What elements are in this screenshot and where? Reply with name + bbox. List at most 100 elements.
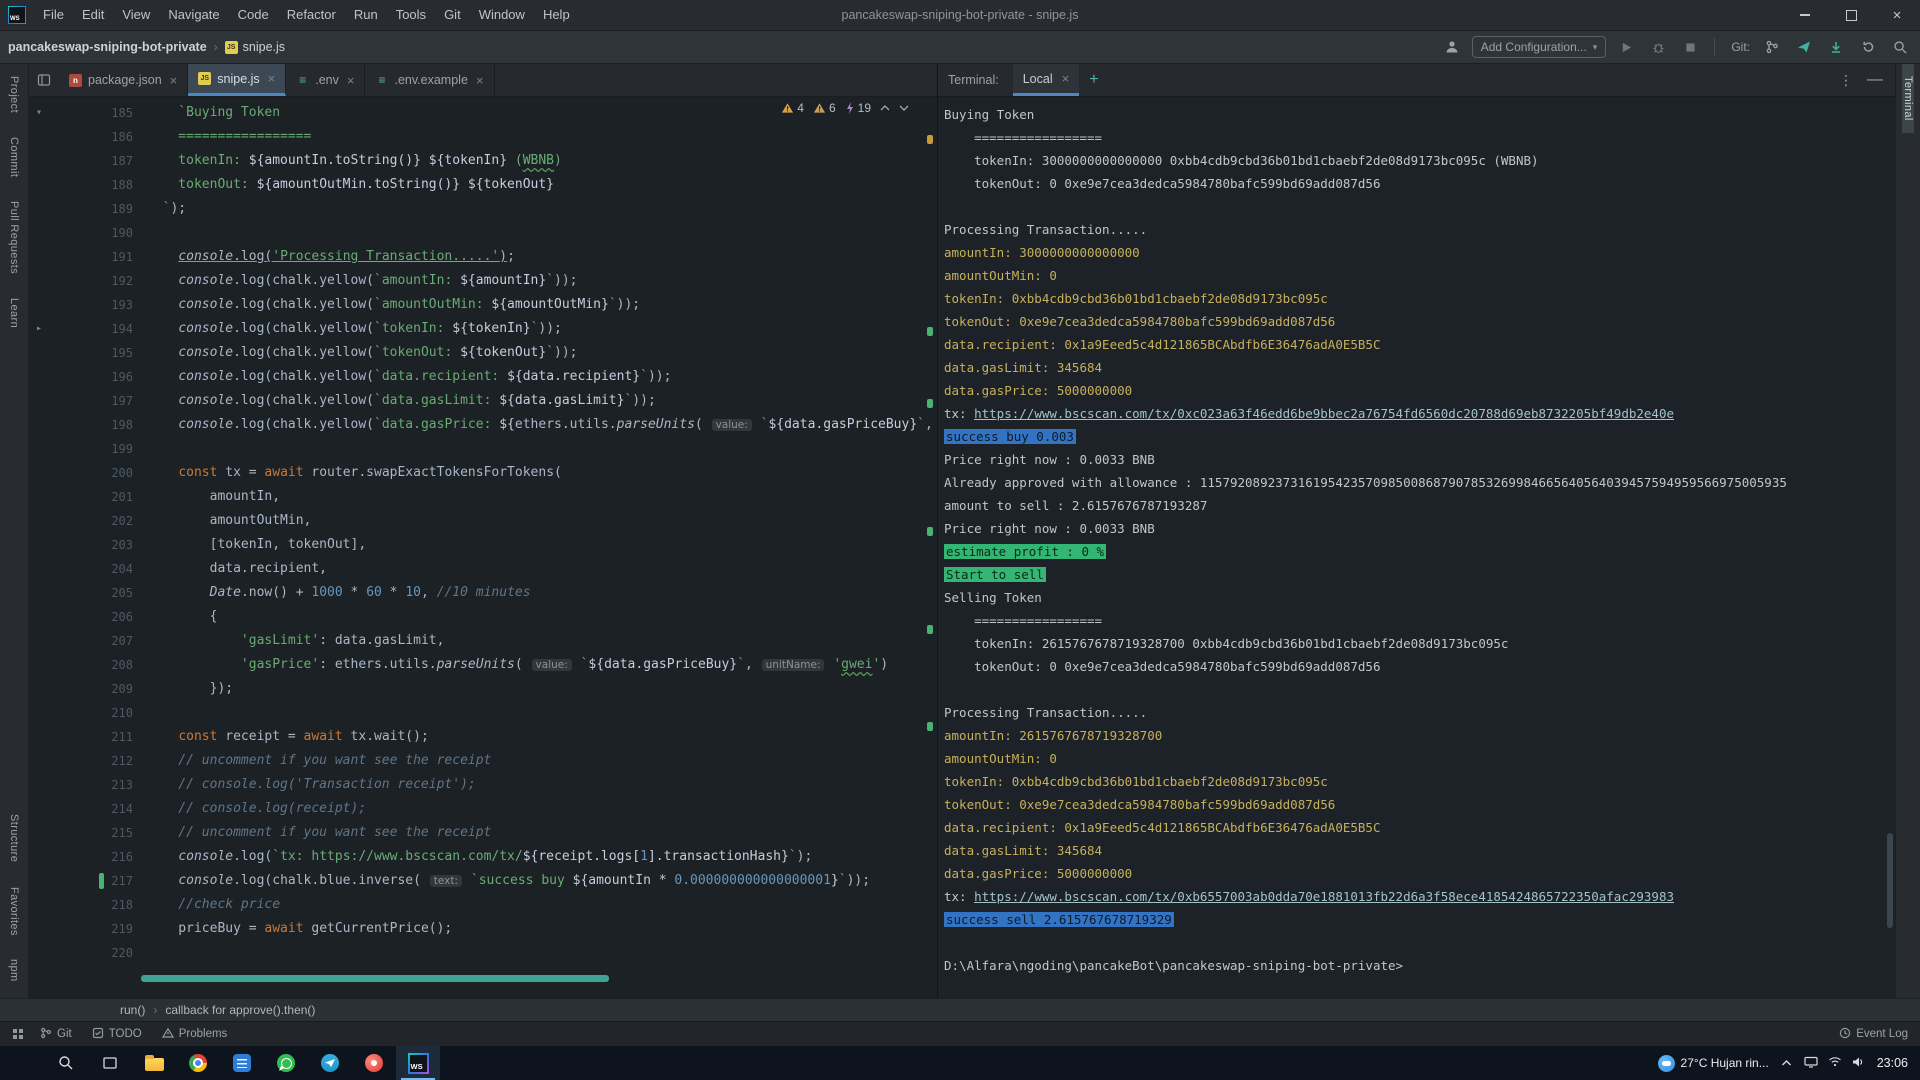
run-icon[interactable] [1614, 36, 1638, 58]
inspections-widget[interactable]: 4 6 19 [781, 101, 909, 115]
taskbar-search-button[interactable] [44, 1046, 88, 1080]
code-line: 190 [29, 221, 937, 245]
start-button[interactable] [0, 1046, 44, 1080]
whatsapp-button[interactable] [264, 1046, 308, 1080]
user-icon[interactable] [1440, 36, 1464, 58]
git-branch-icon[interactable] [1760, 36, 1784, 58]
terminal-minimize-icon[interactable]: — [1867, 71, 1883, 89]
event-log-button[interactable]: Event Log [1856, 1028, 1908, 1040]
breadcrumb-file[interactable]: JS snipe.js [224, 40, 285, 54]
bottom-tab-git[interactable]: Git [40, 1027, 72, 1042]
maximize-button[interactable] [1828, 0, 1874, 30]
menu-edit[interactable]: Edit [73, 0, 113, 30]
breadcrumb-run[interactable]: run() [120, 1003, 145, 1017]
next-problem-icon[interactable] [899, 101, 909, 115]
close-button[interactable]: × [1874, 0, 1920, 30]
tool-window-button-project[interactable]: Project [8, 64, 20, 125]
chrome-button[interactable] [176, 1046, 220, 1080]
breadcrumb-project[interactable]: pancakeswap-sniping-bot-private [8, 40, 207, 54]
tool-window-button-pull-requests[interactable]: Pull Requests [8, 189, 20, 286]
editor-tab--env-example[interactable]: ≡ .env.example × [365, 64, 495, 96]
git-push-icon[interactable] [1792, 36, 1816, 58]
bottom-tab-todo[interactable]: TODO [92, 1027, 142, 1042]
stop-icon[interactable] [1678, 36, 1702, 58]
tab-close-icon[interactable]: × [347, 73, 355, 88]
menu-run[interactable]: Run [345, 0, 387, 30]
code-line: 214 // console.log(receipt); [29, 797, 937, 821]
editor-tab-snipe-js[interactable]: JS snipe.js × [188, 64, 287, 96]
docs-app-button[interactable] [220, 1046, 264, 1080]
display-icon[interactable] [1804, 1056, 1818, 1071]
fold-toggle-icon[interactable]: ▾ [29, 101, 49, 125]
tool-window-button-npm[interactable]: npm [8, 947, 20, 994]
task-view-button[interactable] [88, 1046, 132, 1080]
new-terminal-button[interactable]: + [1079, 64, 1108, 96]
menu-tools[interactable]: Tools [387, 0, 435, 30]
terminal-panel: Terminal: Local × + ⋮ — Buying Token ====… [938, 64, 1895, 998]
code-line: 195 console.log(chalk.yellow(`tokenOut: … [29, 341, 937, 365]
webstorm-window: WS File Edit View Navigate Code Refactor Run To… [0, 0, 1920, 1080]
tab-close-icon[interactable]: × [268, 71, 276, 86]
menu-view[interactable]: View [113, 0, 159, 30]
menu-navigate[interactable]: Navigate [159, 0, 228, 30]
tool-window-button-structure[interactable]: Structure [8, 802, 20, 874]
terminal-line: tokenIn: 3000000000000000 0xbb4cdb9cbd36… [944, 153, 1539, 168]
line-number: 210 [111, 706, 133, 720]
clock[interactable]: 23:06 [1877, 1056, 1908, 1070]
tool-window-button-terminal[interactable]: Terminal [1902, 64, 1914, 133]
code-line: 220 [29, 941, 937, 965]
menu-help[interactable]: Help [534, 0, 579, 30]
minimize-button[interactable] [1782, 0, 1828, 30]
fold-toggle-icon[interactable]: ▸ [29, 317, 49, 341]
terminal-tab-local[interactable]: Local × [1012, 64, 1080, 96]
code-line: 204 data.recipient, [29, 557, 937, 581]
editor-tab-package-json[interactable]: n package.json × [59, 64, 189, 96]
tool-window-switcher-icon[interactable] [12, 1028, 24, 1040]
menu-file[interactable]: File [34, 0, 73, 30]
editor-tab--env[interactable]: ≡ .env × [286, 64, 366, 96]
tool-window-button-learn[interactable]: Learn [8, 286, 20, 340]
weather-widget[interactable]: 27°C Hujan rin... [1657, 1054, 1769, 1072]
horizontal-scrollbar[interactable] [141, 975, 609, 982]
red-icon [365, 1054, 383, 1072]
gutter-space [29, 437, 49, 461]
terminal-link[interactable]: https://www.bscscan.com/tx/0xb6557003ab0… [974, 889, 1674, 904]
tab-close-icon[interactable]: × [170, 73, 178, 88]
code-editor[interactable]: ▾ 185 `Buying Token 186 ================= 1… [29, 97, 937, 998]
bottom-tab-problems[interactable]: Problems [161, 1027, 227, 1042]
menu-refactor[interactable]: Refactor [278, 0, 345, 30]
debug-icon[interactable] [1646, 36, 1670, 58]
wifi-icon[interactable] [1828, 1056, 1842, 1070]
webstorm-button[interactable]: WS [396, 1046, 440, 1080]
media-app-button[interactable] [352, 1046, 396, 1080]
rollback-icon[interactable] [1856, 36, 1880, 58]
book-icon [233, 1054, 251, 1072]
project-pane-icon[interactable] [29, 64, 59, 96]
tool-window-button-commit[interactable]: Commit [8, 125, 20, 189]
tray-expand-icon[interactable] [1781, 1056, 1792, 1070]
line-number: 205 [111, 586, 133, 600]
terminal-output[interactable]: Buying Token ================= tokenIn: … [938, 97, 1895, 998]
menu-window[interactable]: Window [470, 0, 534, 30]
terminal-link[interactable]: https://www.bscscan.com/tx/0xc023a63f46e… [974, 406, 1674, 421]
telegram-button[interactable] [308, 1046, 352, 1080]
add-configuration-dropdown[interactable]: Add Configuration... ▾ [1471, 36, 1607, 58]
file-explorer-button[interactable] [132, 1046, 176, 1080]
code-line: 209 }); [29, 677, 937, 701]
gutter-space [29, 653, 49, 677]
prev-problem-icon[interactable] [880, 101, 890, 115]
menu-git[interactable]: Git [435, 0, 470, 30]
terminal-line: amountIn: 2615767678719328700 [944, 728, 1163, 743]
tool-window-button-favorites[interactable]: Favorites [8, 875, 20, 948]
breadcrumb-callback[interactable]: callback for approve().then() [165, 1003, 315, 1017]
tab-close-icon[interactable]: × [476, 73, 484, 88]
menu-code[interactable]: Code [229, 0, 278, 30]
tab-close-icon[interactable]: × [1062, 71, 1070, 86]
terminal-options-icon[interactable]: ⋮ [1839, 72, 1853, 89]
volume-icon[interactable] [1852, 1056, 1865, 1071]
terminal-scrollbar[interactable] [1887, 833, 1893, 928]
search-icon[interactable] [1888, 36, 1912, 58]
git-update-icon[interactable] [1824, 36, 1848, 58]
explorer-icon [144, 1055, 164, 1071]
